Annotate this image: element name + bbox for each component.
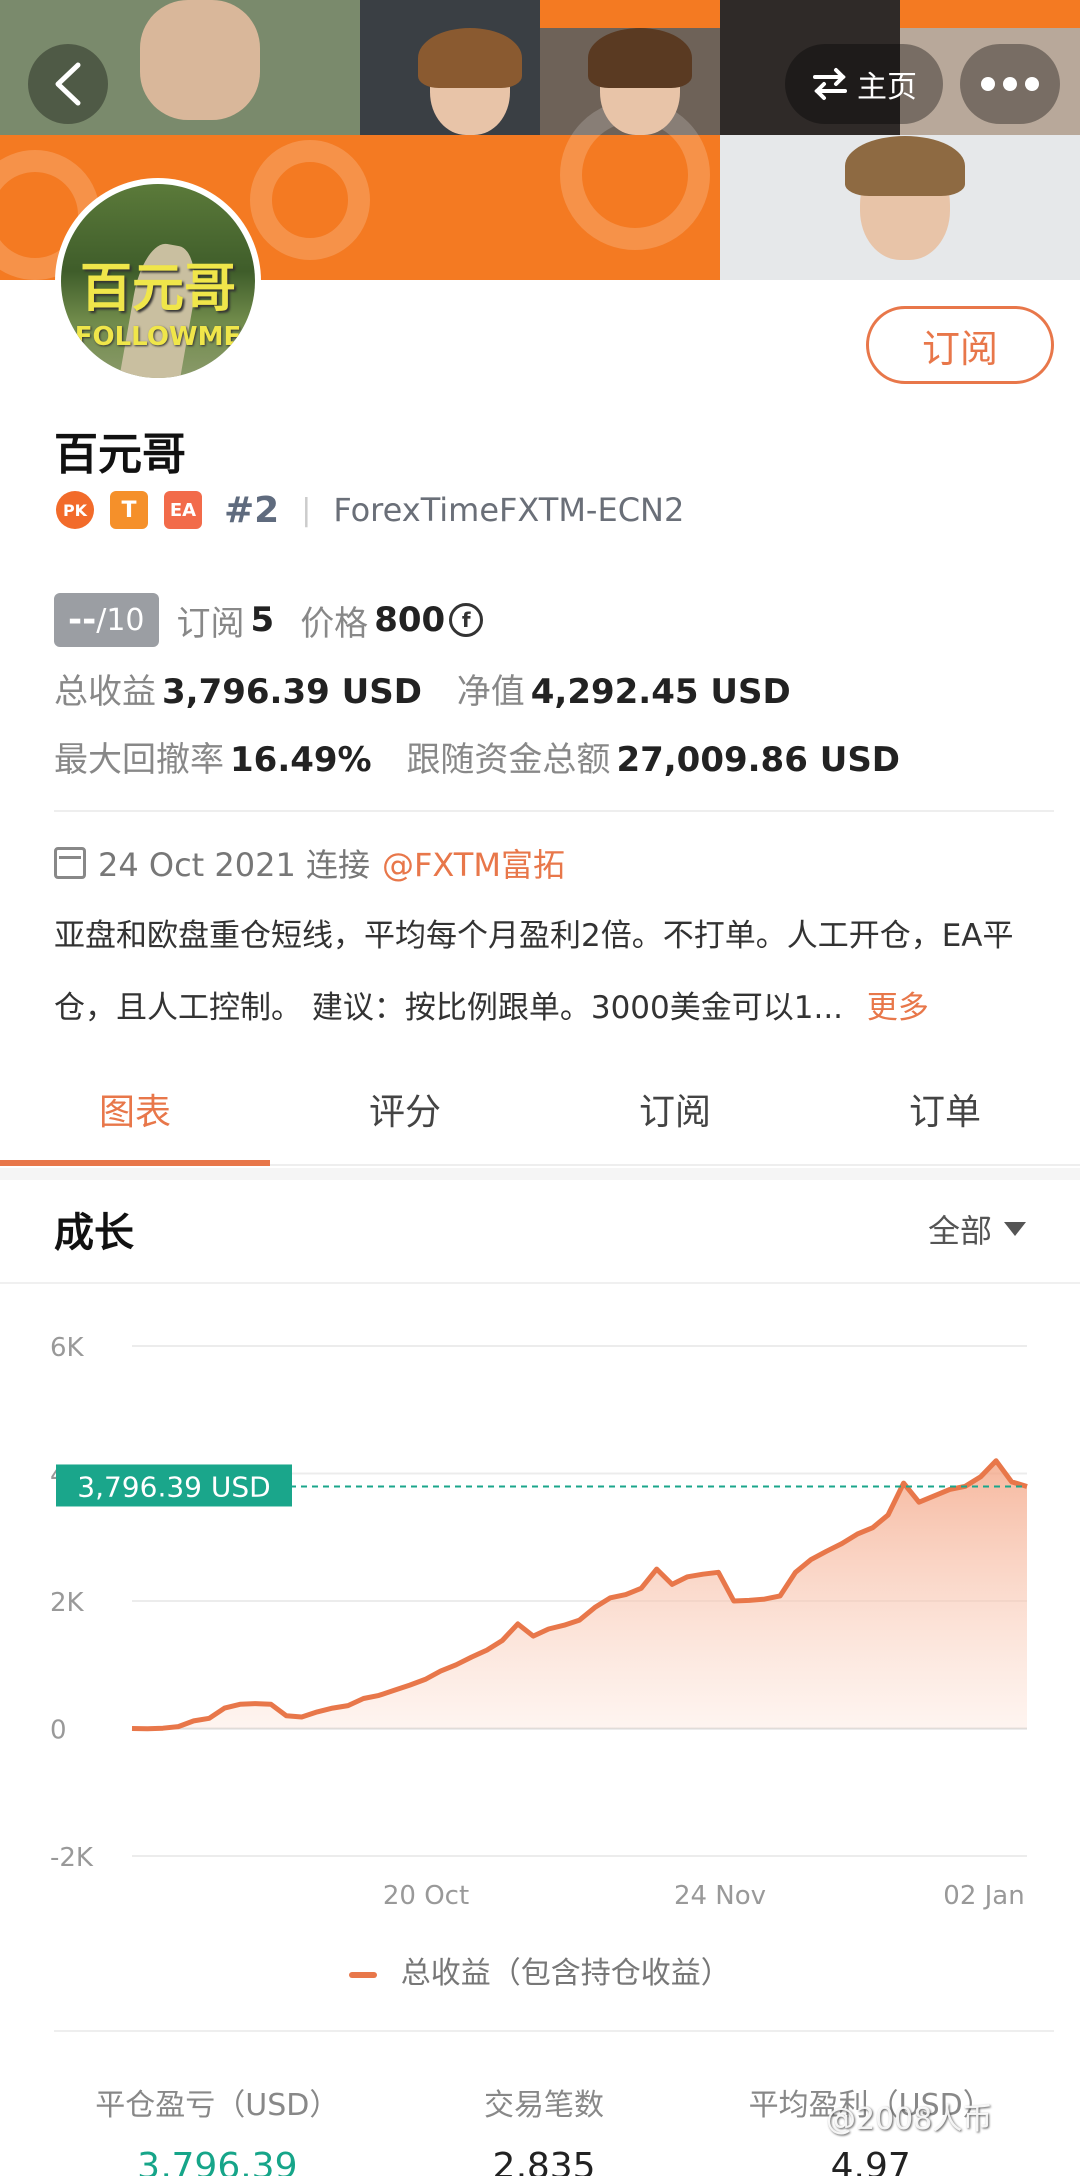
broker-name: ForexTimeFXTM-ECN2 [333, 491, 685, 529]
watermark: @2008人币 [826, 2102, 993, 2137]
y-tick-label: -2K [50, 1843, 94, 1873]
more-dots-icon [981, 77, 995, 91]
y-tick-label: 0 [50, 1716, 67, 1746]
price-label: 价格 [300, 603, 369, 644]
ea-badge-icon[interactable]: EA [164, 491, 202, 529]
divider [54, 2030, 1054, 2032]
closed-pl-label: 平仓盈亏（USD） [95, 2088, 340, 2123]
closed-pl-value: 3,796.39 [137, 2146, 298, 2176]
current-value-label: 3,796.39 USD [77, 1470, 270, 1503]
equity-label: 净值 [456, 672, 525, 712]
more-options-button[interactable] [960, 44, 1060, 124]
trades-stat: 交易笔数 2,835 [381, 2080, 708, 2176]
divider [54, 810, 1054, 812]
avatar-subtext: FOLLOWME [74, 322, 242, 352]
separator: | [301, 492, 312, 528]
tab-rating[interactable]: 评分 [270, 1070, 540, 1164]
section-divider [0, 1282, 1080, 1284]
coin-icon: f [449, 603, 484, 637]
x-tick-label: 02 Jan [943, 1881, 1024, 1911]
equity-value: 4,292.45 USD [530, 672, 791, 712]
trades-label: 交易笔数 [484, 2088, 604, 2123]
avatar-image: 百元哥 FOLLOWME [61, 184, 255, 378]
stats-row-1: -- /10 订阅 5 价格 800 f [54, 592, 484, 648]
connection-date: 24 Oct 2021 连接 [98, 846, 371, 884]
tab-orders[interactable]: 订单 [810, 1070, 1080, 1164]
follow-funds-value: 27,009.86 USD [616, 740, 901, 780]
connection-info: 24 Oct 2021 连接 @FXTM富拓 [54, 840, 565, 886]
subscribe-button[interactable]: 订阅 [866, 306, 1054, 384]
stats-row-2: 总收益 3,796.39 USD 净值 4,292.45 USD [54, 664, 815, 713]
legend-swatch [349, 1971, 378, 1978]
profile-name: 百元哥 [54, 429, 186, 480]
back-button[interactable] [28, 44, 108, 124]
swap-icon [813, 68, 847, 100]
rank: #2 [224, 489, 280, 531]
home-label: 主页 [857, 70, 917, 105]
y-tick-label: 6K [50, 1333, 85, 1363]
legend-label: 总收益（包含持仓收益） [400, 1956, 731, 1991]
total-profit-value: 3,796.39 USD [162, 672, 422, 712]
follow-funds-label: 跟随资金总额 [406, 740, 611, 780]
x-tick-label: 20 Oct [383, 1881, 469, 1911]
calendar-icon [54, 847, 86, 879]
tab-chart[interactable]: 图表 [0, 1070, 270, 1166]
stats-row-3: 最大回撤率 16.49% 跟随资金总额 27,009.86 USD [54, 732, 924, 781]
avg-profit-value: 4.97 [830, 2146, 911, 2176]
strategy-description: 亚盘和欧盘重仓短线，平均每个月盈利2倍。不打单。人工开仓，EA平仓，且人工控制。… [54, 900, 1044, 1044]
more-link[interactable]: 更多 [867, 990, 929, 1026]
pk-badge-icon[interactable]: PK [56, 491, 94, 529]
subscribe-count-label: 订阅 [176, 603, 245, 644]
total-profit-label: 总收益 [54, 672, 156, 712]
range-filter-dropdown[interactable]: 全部 [928, 1206, 1027, 1252]
more-dot [1025, 77, 1039, 91]
score-badge: -- /10 [54, 593, 159, 647]
max-drawdown-label: 最大回撤率 [54, 740, 224, 780]
price-value: 800 [374, 600, 446, 640]
badge-row: PK T EA #2 | ForexTimeFXTM-ECN2 [56, 484, 684, 536]
tab-subscribe[interactable]: 订阅 [540, 1070, 810, 1164]
chart-legend[interactable]: 总收益（包含持仓收益） [0, 1948, 1080, 1992]
avatar[interactable]: 百元哥 FOLLOWME [55, 178, 261, 384]
trader-badge-icon[interactable]: T [110, 491, 148, 529]
more-dot [1003, 77, 1017, 91]
section-gap [0, 1168, 1080, 1180]
chevron-left-icon [55, 62, 81, 106]
caret-down-icon [1004, 1222, 1027, 1236]
closed-pl-stat: 平仓盈亏（USD） 3,796.39 [54, 2080, 381, 2176]
score-max: /10 [96, 602, 145, 638]
growth-chart[interactable]: 6K4K2K0-2K3,796.39 USD20 Oct24 Nov02 Jan [0, 1290, 1080, 1930]
growth-title: 成长 [54, 1210, 134, 1256]
y-tick-label: 2K [50, 1588, 85, 1618]
broker-link[interactable]: @FXTM富拓 [382, 840, 565, 886]
range-filter-label: 全部 [928, 1212, 993, 1250]
score-value: -- [68, 600, 97, 640]
home-button[interactable]: 主页 [785, 44, 943, 124]
x-tick-label: 24 Nov [674, 1881, 766, 1911]
tab-bar: 图表 评分 订阅 订单 [0, 1070, 1080, 1166]
trades-value: 2,835 [492, 2146, 596, 2176]
avatar-text: 百元哥 [79, 258, 236, 319]
max-drawdown-value: 16.49% [230, 740, 372, 780]
subscribe-count: 5 [250, 600, 275, 640]
